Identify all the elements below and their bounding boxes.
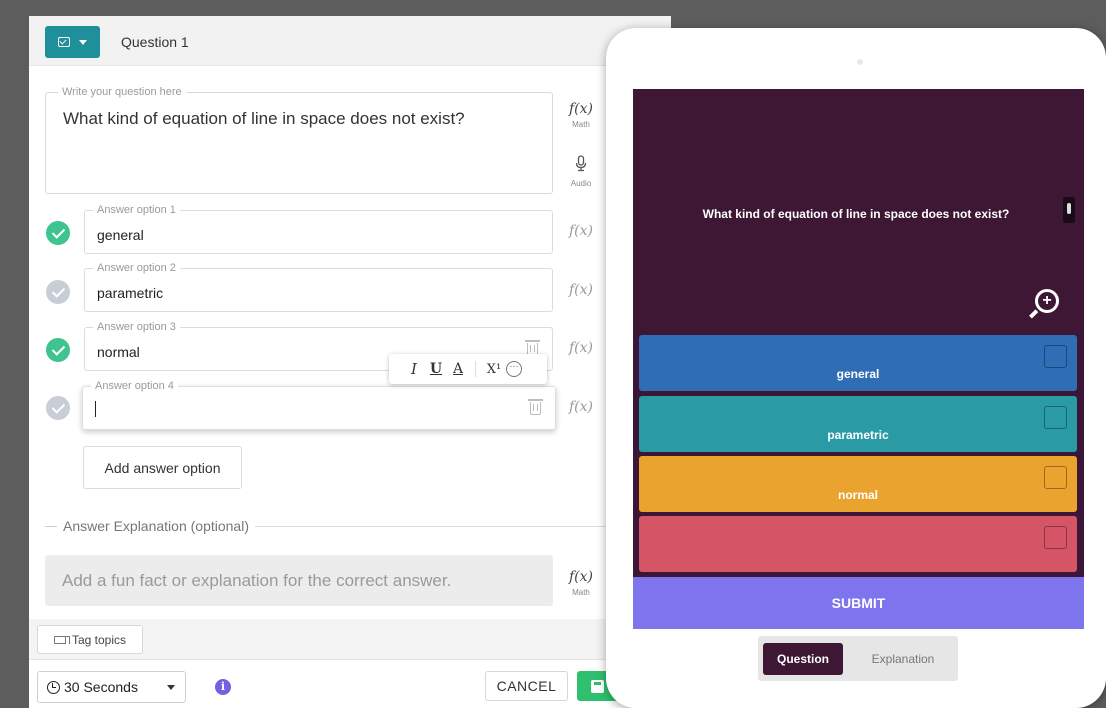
math-icon: f(x) [568, 340, 593, 356]
editor-header: Question 1 [29, 16, 671, 66]
zoom-in-icon[interactable]: + [1035, 289, 1059, 313]
audio-label: Audio [570, 179, 592, 188]
tablet-preview: What kind of equation of line in space d… [606, 28, 1106, 708]
italic-button[interactable]: I [403, 360, 425, 378]
math-icon: f(x) [568, 569, 593, 585]
tablet-camera [857, 59, 863, 65]
more-options-icon[interactable]: ··· [506, 361, 522, 377]
preview-answer-label: parametric [827, 428, 889, 442]
tab-explanation[interactable]: Explanation [858, 643, 948, 675]
trash-icon[interactable] [528, 399, 543, 415]
chevron-down-icon [167, 685, 175, 690]
chevron-down-icon [79, 39, 87, 45]
cancel-button[interactable]: CANCEL [485, 671, 568, 701]
preview-answer-checkbox[interactable] [1044, 466, 1067, 489]
preview-answer-checkbox[interactable] [1044, 345, 1067, 368]
correct-toggle-3[interactable] [46, 338, 70, 362]
preview-answer-1[interactable]: general [639, 335, 1077, 391]
correct-toggle-2[interactable] [46, 280, 70, 304]
explanation-heading-label: Answer Explanation (optional) [63, 518, 249, 534]
editor-footer: 30 Seconds i CANCEL S [29, 659, 671, 708]
answer-option-value[interactable]: normal [97, 344, 140, 360]
math-label: Math [572, 588, 590, 597]
explanation-placeholder: Add a fun fact or explanation for the co… [62, 570, 452, 590]
answer-option-value[interactable]: parametric [97, 285, 163, 301]
preview-submit-button[interactable]: SUBMIT [633, 577, 1084, 629]
question-text[interactable]: What kind of equation of line in space d… [63, 109, 465, 129]
toolbar-divider [475, 361, 476, 377]
explanation-math-button[interactable]: f(x) Math [561, 568, 601, 597]
tab-question[interactable]: Question [763, 643, 843, 675]
checkbox-icon [58, 37, 70, 47]
option-math-button-3[interactable]: f(x) [561, 339, 601, 357]
save-icon [591, 679, 604, 693]
answer-option-4[interactable]: Answer option 4 [82, 380, 556, 430]
preview-screen: What kind of equation of line in space d… [633, 89, 1084, 629]
math-icon: f(x) [568, 101, 593, 117]
format-toolbar: I U A X¹ ··· [389, 354, 547, 384]
math-label: Math [572, 120, 590, 129]
preview-answer-4[interactable] [639, 516, 1077, 572]
info-icon[interactable]: i [215, 679, 231, 695]
answer-option-value[interactable]: general [97, 227, 144, 243]
preview-answer-3[interactable]: normal [639, 456, 1077, 512]
option-math-button-2[interactable]: f(x) [561, 281, 601, 299]
time-limit-select[interactable]: 30 Seconds [37, 671, 186, 703]
question-editor: Question 1 Write your question here What… [29, 16, 671, 708]
option-math-button-1[interactable]: f(x) [561, 222, 601, 240]
answer-option-legend: Answer option 3 [93, 321, 180, 333]
preview-tab-toggle: Question Explanation [758, 636, 958, 681]
audio-button[interactable]: Audio [561, 155, 601, 188]
preview-question-text: What kind of equation of line in space d… [702, 207, 1010, 221]
math-icon: f(x) [568, 399, 593, 415]
preview-answer-checkbox[interactable] [1044, 526, 1067, 549]
tag-icon [53, 635, 66, 644]
tag-topics-button[interactable]: Tag topics [37, 625, 143, 654]
preview-answer-label: general [836, 367, 880, 381]
answer-option-legend: Answer option 1 [93, 204, 180, 216]
math-button[interactable]: f(x) Math [561, 100, 601, 129]
option-math-button-4[interactable]: f(x) [561, 398, 601, 416]
preview-answer-2[interactable]: parametric [639, 396, 1077, 452]
divider [45, 525, 57, 527]
question-input[interactable]: Write your question here What kind of eq… [45, 86, 553, 194]
divider [255, 525, 645, 527]
answer-option-1[interactable]: Answer option 1 general [84, 204, 553, 254]
question-type-dropdown[interactable] [45, 26, 100, 58]
superscript-button[interactable]: X¹ [482, 362, 506, 377]
text-color-button[interactable]: A [447, 361, 469, 377]
question-legend: Write your question here [58, 86, 186, 98]
answer-option-2[interactable]: Answer option 2 parametric [84, 262, 553, 312]
preview-question-area: What kind of equation of line in space d… [633, 89, 1084, 332]
preview-answer-checkbox[interactable] [1044, 406, 1067, 429]
microphone-icon [575, 155, 587, 172]
answer-option-legend: Answer option 4 [91, 380, 178, 392]
tag-area: Tag topics [29, 619, 671, 659]
time-limit-value: 30 Seconds [64, 679, 138, 695]
add-answer-option-button[interactable]: Add answer option [83, 446, 242, 489]
clock-icon [47, 680, 60, 694]
underline-button[interactable]: U [425, 361, 447, 377]
correct-toggle-4[interactable] [46, 396, 70, 420]
text-cursor [95, 401, 96, 417]
math-icon: f(x) [568, 282, 593, 298]
correct-toggle-1[interactable] [46, 221, 70, 245]
answer-option-legend: Answer option 2 [93, 262, 180, 274]
preview-scrollbar[interactable] [1063, 197, 1075, 223]
tag-topics-label: Tag topics [71, 632, 127, 647]
explanation-input[interactable]: Add a fun fact or explanation for the co… [45, 555, 553, 606]
question-title: Question 1 [121, 34, 189, 50]
preview-answer-label: normal [837, 488, 878, 502]
math-icon: f(x) [568, 223, 593, 239]
explanation-heading: Answer Explanation (optional) [45, 516, 645, 536]
